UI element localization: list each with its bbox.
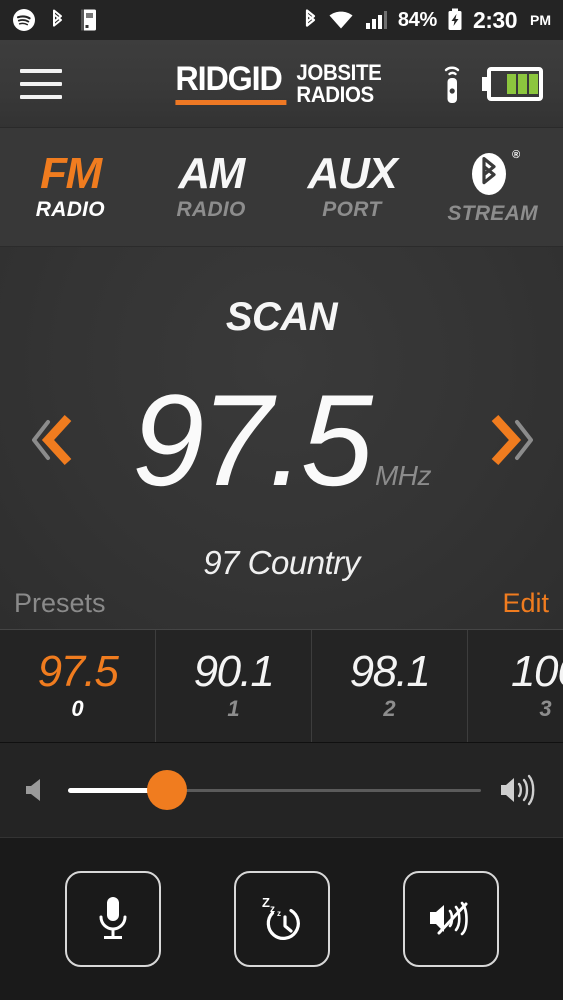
spotify-icon	[12, 8, 36, 32]
source-tabs: FM RADIO AM RADIO AUX PORT ® STREAM	[0, 128, 563, 247]
preset-frequency: 98.1	[349, 647, 431, 696]
preset-frequency: 106	[511, 647, 563, 696]
tab-am-radio[interactable]: AM RADIO	[141, 128, 282, 246]
preset-index: 1	[227, 696, 240, 721]
clock-ampm-label: PM	[530, 12, 551, 28]
tab-fm-title: FM	[40, 149, 102, 198]
frequency-row: 97.5 MHz	[0, 336, 563, 544]
tab-bluetooth-title: ®	[467, 148, 520, 200]
jobsite-label: JOBSITE	[296, 60, 382, 86]
brand-logo: RIDGID JOBSITE RADIOS	[174, 60, 388, 107]
preset-frequency: 90.1	[193, 647, 275, 696]
tuner-panel: SCAN 97.5 MHz 97 Country Presets Edit	[0, 247, 563, 630]
speaker-mute-icon	[424, 897, 478, 941]
registered-trademark-symbol: ®	[511, 149, 520, 161]
preset-index: 3	[539, 696, 552, 721]
frequency-display: 97.5 MHz	[84, 366, 479, 513]
volume-slider-thumb[interactable]	[147, 770, 188, 810]
bluetooth-icon	[50, 8, 65, 32]
hamburger-line	[20, 81, 62, 86]
sleep-timer-icon: Z z z	[254, 891, 310, 947]
clock-time-label: 2:30	[472, 6, 518, 33]
presets-label: Presets	[14, 588, 106, 618]
tab-aux-port[interactable]: AUX PORT	[282, 128, 423, 246]
preset-index: 2	[383, 696, 396, 721]
mute-button[interactable]	[402, 871, 499, 967]
speaker-low-icon[interactable]	[22, 774, 52, 806]
bluetooth-icon	[467, 148, 511, 200]
preset-item[interactable]: 90.1 1	[156, 630, 312, 742]
app-screen: 84% 2:30 PM RIDGID JOBSITE RADIOS FM RAD…	[0, 0, 563, 1000]
preset-item[interactable]: 98.1 2	[312, 630, 468, 742]
tab-am-subtitle: RADIO	[176, 198, 246, 221]
holy-bible-icon	[79, 8, 99, 32]
radios-label: RADIOS	[296, 81, 375, 107]
svg-text:z: z	[277, 909, 281, 918]
cellular-signal-icon	[364, 8, 388, 32]
speaker-high-icon[interactable]	[497, 773, 541, 807]
app-header-status-icons	[439, 61, 543, 107]
edit-presets-button[interactable]: Edit	[502, 588, 549, 619]
microphone-button[interactable]	[64, 871, 161, 967]
preset-item[interactable]: 106 3	[468, 630, 563, 742]
battery-level-icon[interactable]	[481, 64, 543, 104]
chevron-double-left-icon	[14, 408, 84, 472]
tab-aux-subtitle: PORT	[322, 198, 382, 221]
volume-bar	[0, 743, 563, 838]
presets-header: Presets Edit	[0, 588, 563, 630]
tab-bluetooth-stream[interactable]: ® STREAM	[422, 128, 563, 246]
hamburger-line	[20, 94, 62, 99]
action-bar: Z z z	[0, 838, 563, 1000]
tab-am-title: AM	[178, 149, 245, 198]
preset-frequency: 97.5	[37, 647, 119, 696]
ridgid-wordmark: RIDGID	[174, 60, 287, 105]
scan-button[interactable]: SCAN	[0, 295, 563, 340]
sleep-timer-button[interactable]: Z z z	[233, 871, 330, 967]
hamburger-menu-icon[interactable]	[20, 68, 62, 99]
tab-bluetooth-subtitle: STREAM	[447, 202, 538, 225]
status-bar: 84% 2:30 PM	[0, 0, 563, 40]
tab-fm-subtitle: RADIO	[35, 198, 105, 221]
battery-percent-label: 84%	[397, 8, 437, 31]
frequency-value: 97.5	[131, 366, 373, 513]
remote-signal-icon[interactable]	[439, 61, 469, 107]
chevron-double-right-icon	[479, 408, 549, 472]
status-bar-left-icons	[12, 8, 99, 32]
preset-index: 0	[71, 696, 84, 721]
frequency-unit-label: MHz	[374, 459, 432, 491]
ridgid-label: RIDGID	[174, 60, 282, 98]
bluetooth-icon	[303, 8, 318, 32]
status-bar-right-icons: 84% 2:30 PM	[303, 7, 551, 34]
tune-down-button[interactable]	[14, 408, 84, 472]
volume-slider[interactable]	[68, 770, 481, 810]
microphone-icon	[91, 891, 135, 947]
svg-text:z: z	[270, 904, 275, 915]
svg-text:Z: Z	[262, 895, 270, 910]
presets-strip[interactable]: 97.5 0 90.1 1 98.1 2 106 3	[0, 630, 563, 743]
preset-item[interactable]: 97.5 0	[0, 630, 156, 742]
tune-up-button[interactable]	[479, 408, 549, 472]
wifi-icon	[328, 8, 354, 32]
ridgid-underline-bar	[174, 100, 287, 105]
tab-aux-title: AUX	[307, 149, 398, 198]
app-header: RIDGID JOBSITE RADIOS	[0, 40, 563, 128]
jobsite-radios-wordmark: JOBSITE RADIOS	[296, 60, 382, 107]
station-name-label: 97 Country	[203, 544, 360, 581]
battery-charging-icon	[447, 8, 463, 32]
tab-fm-radio[interactable]: FM RADIO	[0, 128, 141, 246]
hamburger-line	[20, 68, 62, 73]
